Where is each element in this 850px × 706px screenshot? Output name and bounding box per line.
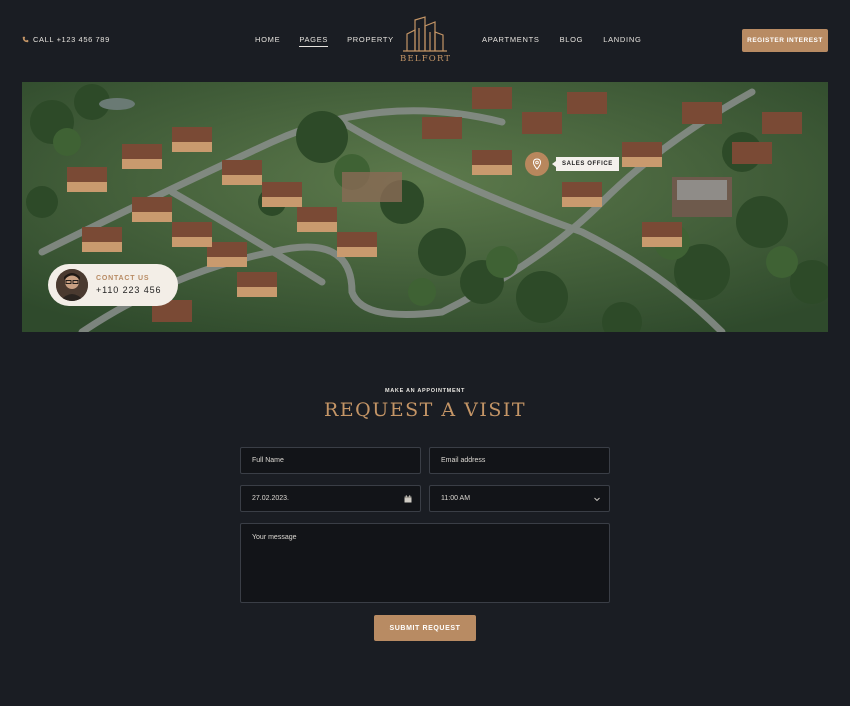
sales-office-label: SALES OFFICE xyxy=(552,157,619,171)
message-field[interactable]: Your message xyxy=(240,523,610,603)
building-logo-icon xyxy=(403,16,447,52)
chevron-down-icon xyxy=(594,497,600,502)
phone-icon xyxy=(22,36,29,43)
date-value: 27.02.2023. xyxy=(252,495,289,502)
time-value: 11:00 AM xyxy=(441,495,471,502)
date-field[interactable]: 27.02.2023. xyxy=(240,485,421,512)
contact-phone[interactable]: +110 223 456 xyxy=(96,285,161,295)
person-avatar-icon xyxy=(56,269,88,301)
contact-card[interactable]: CONTACT US +110 223 456 xyxy=(48,264,178,306)
section-title: REQUEST A VISIT xyxy=(323,399,527,421)
nav-apartments[interactable]: APARTMENTS xyxy=(482,35,540,44)
submit-request-button[interactable]: SUBMIT REQUEST xyxy=(374,615,476,641)
nav-right: APARTMENTS BLOG LANDING xyxy=(482,35,641,44)
register-interest-button[interactable]: REGISTER INTEREST xyxy=(742,29,828,52)
nav-home[interactable]: HOME xyxy=(255,35,280,47)
location-pin-icon xyxy=(532,158,542,170)
brand-name: BELFORT xyxy=(400,54,452,64)
contact-label: CONTACT US xyxy=(96,275,150,282)
section-eyebrow: MAKE AN APPOINTMENT xyxy=(384,388,466,394)
phone-text: CALL +123 456 789 xyxy=(33,35,110,44)
header-phone[interactable]: CALL +123 456 789 xyxy=(22,35,110,44)
email-field[interactable]: Email address xyxy=(429,447,610,474)
hero-aerial-image: SALES OFFICE CONTACT US +110 223 456 xyxy=(22,82,828,332)
nav-landing[interactable]: LANDING xyxy=(603,35,641,44)
avatar xyxy=(56,269,88,301)
nav-left: HOME PAGES PROPERTY xyxy=(255,35,394,47)
nav-property[interactable]: PROPERTY xyxy=(347,35,394,47)
time-select[interactable]: 11:00 AM xyxy=(429,485,610,512)
nav-pages[interactable]: PAGES xyxy=(299,35,329,47)
full-name-field[interactable]: Full Name xyxy=(240,447,421,474)
brand-logo[interactable]: BELFORT xyxy=(400,16,450,64)
site-header: CALL +123 456 789 HOME PAGES PROPERTY BE… xyxy=(0,0,850,82)
nav-blog[interactable]: BLOG xyxy=(560,35,584,44)
sales-office-pin[interactable] xyxy=(525,152,549,176)
calendar-icon[interactable] xyxy=(404,495,412,503)
